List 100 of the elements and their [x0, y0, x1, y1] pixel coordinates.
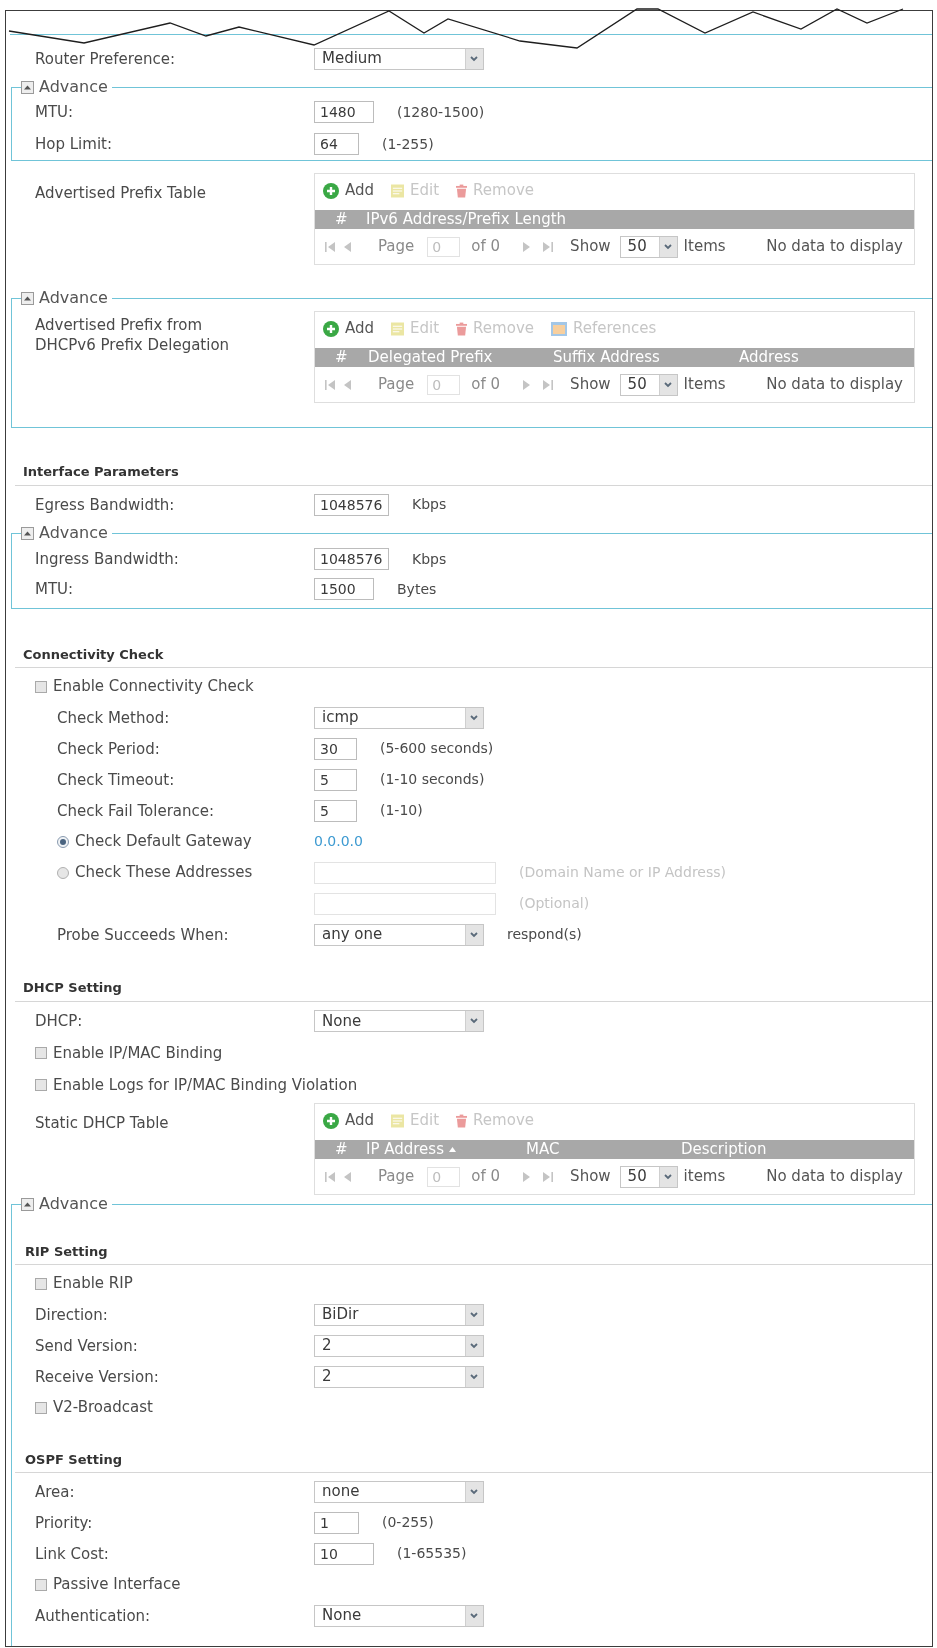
field-label: Check Period:	[57, 739, 160, 758]
field-label: Router Preference:	[35, 49, 175, 68]
field-label: MTU:	[35, 103, 74, 121]
dropdown[interactable]: 2	[314, 1334, 484, 1357]
field-label: Direction:	[35, 1305, 108, 1324]
field-label: Probe Succeeds When:	[57, 925, 229, 944]
hint-text: (1-255)	[382, 134, 434, 154]
checkbox[interactable]	[35, 1047, 47, 1059]
chevron-down-icon	[465, 1366, 483, 1387]
hint-text: (1-10 seconds)	[380, 770, 485, 789]
document-icon	[551, 321, 567, 336]
dropdown[interactable]: 2	[314, 1365, 484, 1388]
status-text: No data to display	[766, 239, 903, 254]
triangle-left-icon[interactable]	[344, 1171, 351, 1182]
triangle-right-icon[interactable]	[523, 1171, 531, 1182]
field-label: Authentication:	[35, 1606, 151, 1625]
dropdown[interactable]: Medium	[314, 47, 484, 70]
dropdown[interactable]: none	[314, 1480, 484, 1503]
text-field[interactable]: 1048576	[314, 493, 389, 516]
dropdown[interactable]: None	[314, 1010, 484, 1032]
add-button[interactable]: Add	[323, 1112, 375, 1129]
field-label: Send Version:	[35, 1336, 138, 1355]
checkbox-label: Passive Interface	[53, 1574, 181, 1596]
pager-text: Show	[570, 377, 611, 392]
text-field[interactable]: 1048576	[314, 548, 389, 570]
skip-back-icon[interactable]	[325, 1171, 335, 1182]
text-field[interactable]: 64	[314, 133, 359, 155]
text-field[interactable]: 30	[314, 737, 357, 760]
hint-text: respond(s)	[507, 925, 582, 944]
pager-text: items	[683, 1169, 726, 1184]
triangle-right-icon[interactable]	[523, 379, 531, 390]
text-field[interactable]: 10	[314, 1542, 374, 1565]
skip-forward-icon[interactable]	[543, 241, 554, 252]
pager-text: Items	[683, 239, 726, 254]
pager-text: of 0	[471, 239, 501, 254]
checkbox[interactable]	[35, 1578, 47, 1591]
triangle-left-icon[interactable]	[344, 241, 351, 252]
pager-text: Items	[683, 377, 726, 392]
field-label: Area:	[35, 1482, 75, 1501]
pager-text: Show	[570, 239, 611, 254]
advance-toggle[interactable]: Advance	[21, 525, 108, 541]
chevron-down-icon	[465, 1011, 483, 1031]
checkbox[interactable]	[35, 1079, 47, 1091]
chevron-down-icon	[465, 1304, 483, 1325]
section-heading: OSPF Setting	[25, 1451, 122, 1470]
notepad-icon	[391, 183, 405, 198]
skip-back-icon[interactable]	[325, 379, 335, 390]
advance-toggle[interactable]: Advance	[21, 1196, 108, 1212]
dropdown[interactable]: None	[314, 1604, 484, 1627]
skip-back-icon[interactable]	[325, 241, 335, 252]
field-label: Check Fail Tolerance:	[57, 801, 215, 820]
hint-text: (5-600 seconds)	[380, 739, 494, 758]
hint-text: (Optional)	[519, 894, 590, 913]
field-label: MTU:	[35, 580, 74, 598]
trash-icon	[456, 1113, 468, 1128]
checkbox-label: Enable IP/MAC Binding	[53, 1042, 223, 1064]
chevron-down-icon	[658, 374, 677, 395]
pager-text: Page	[378, 239, 415, 254]
radio-button[interactable]	[57, 866, 69, 879]
dropdown[interactable]: icmp	[314, 706, 484, 729]
checkbox-label: Enable Logs for IP/MAC Binding Violation	[53, 1074, 358, 1096]
dropdown[interactable]: any one	[314, 923, 484, 946]
field-label: Static DHCP Table	[35, 1114, 169, 1132]
checkbox-label: Enable Connectivity Check	[53, 676, 254, 698]
field-label: Link Cost:	[35, 1544, 109, 1563]
text-field[interactable]: 1500	[314, 578, 374, 600]
dropdown[interactable]: BiDir	[314, 1303, 484, 1326]
radio-label: Check These Addresses	[75, 862, 253, 884]
text-field[interactable]: 1480	[314, 101, 374, 123]
add-button[interactable]: Add	[323, 320, 375, 337]
pager-text: Page	[378, 1169, 415, 1184]
trash-icon	[456, 321, 468, 336]
section-heading: RIP Setting	[25, 1243, 108, 1262]
field-label: Priority:	[35, 1513, 93, 1532]
advance-toggle[interactable]: Advance	[21, 79, 108, 95]
checkbox[interactable]	[35, 1401, 47, 1414]
pager-text: Show	[570, 1169, 611, 1184]
section-heading: Interface Parameters	[23, 463, 179, 482]
text-field[interactable]: 1	[314, 1511, 359, 1534]
add-button[interactable]: Add	[323, 182, 375, 199]
hint-text: (1-10)	[380, 801, 423, 820]
field-label: DHCP:	[35, 1012, 83, 1030]
checkbox[interactable]	[35, 680, 47, 693]
radio-button[interactable]	[57, 835, 69, 848]
skip-forward-icon[interactable]	[543, 379, 554, 390]
ip-address-text: 0.0.0.0	[314, 832, 363, 851]
hint-text: Kbps	[412, 495, 447, 514]
text-field[interactable]: 5	[314, 768, 357, 791]
text-field[interactable]: 5	[314, 799, 357, 822]
checkbox-label: V2-Broadcast	[53, 1397, 153, 1419]
section-heading: Connectivity Check	[23, 646, 164, 665]
field-label: Ingress Bandwidth:	[35, 550, 179, 568]
field-label: Egress Bandwidth:	[35, 495, 175, 514]
checkbox[interactable]	[35, 1277, 47, 1290]
advance-toggle[interactable]: Advance	[21, 290, 108, 306]
hint-text: Kbps	[412, 549, 447, 569]
skip-forward-icon[interactable]	[543, 1171, 554, 1182]
chevron-down-icon	[465, 48, 483, 69]
triangle-right-icon[interactable]	[523, 241, 531, 252]
triangle-left-icon[interactable]	[344, 379, 351, 390]
